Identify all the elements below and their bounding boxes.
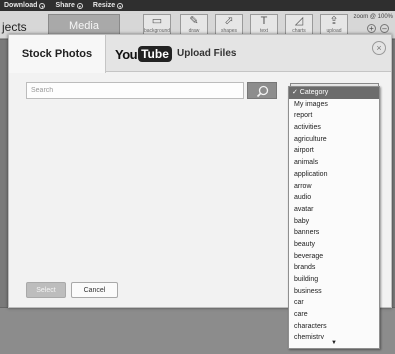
tool-draw[interactable]: ✎ draw — [180, 14, 208, 36]
dropdown-option-category[interactable]: ✓ Category — [289, 87, 379, 99]
draw-icon: ✎ — [189, 15, 199, 27]
dropdown-option[interactable]: beauty — [289, 239, 379, 251]
dropdown-option[interactable]: care — [289, 309, 379, 321]
chevron-down-icon: ▾ — [39, 2, 46, 9]
dropdown-option[interactable]: avatar — [289, 204, 379, 216]
dropdown-option[interactable]: business — [289, 286, 379, 298]
zoom-controls: + – — [367, 24, 389, 33]
tool-background[interactable]: ▭ background — [143, 14, 171, 36]
dropdown-option[interactable]: report — [289, 110, 379, 122]
scroll-down-arrow-icon[interactable]: ▼ — [289, 339, 379, 348]
zoom-level: zoom @ 100% — [353, 14, 393, 20]
dropdown-option[interactable]: airport — [289, 145, 379, 157]
download-menu-label: Download — [4, 2, 38, 9]
tab-stock-photos[interactable]: Stock Photos — [9, 35, 106, 73]
dropdown-option[interactable]: agriculture — [289, 134, 379, 146]
search-input[interactable] — [26, 82, 244, 99]
dropdown-option[interactable]: arrow — [289, 181, 379, 193]
shapes-icon: ⬀ — [224, 15, 234, 27]
dropdown-option[interactable]: characters — [289, 321, 379, 333]
resize-menu-label: Resize — [92, 2, 116, 9]
tab-upload-files[interactable]: Upload Files — [177, 35, 236, 72]
dropdown-option[interactable]: animals — [289, 157, 379, 169]
cancel-button[interactable]: Cancel — [71, 282, 118, 298]
zoom-in-button[interactable]: + — [367, 24, 376, 33]
chevron-down-icon: ▾ — [76, 2, 83, 9]
charts-icon: ◿ — [294, 15, 304, 27]
dropdown-option[interactable]: baby — [289, 216, 379, 228]
top-menu-bar: Download ▾ Share ▾ Resize ▾ — [0, 0, 395, 11]
tool-shapes[interactable]: ⬀ shapes — [215, 14, 243, 36]
tool-upload[interactable]: ⇪ upload — [320, 14, 348, 36]
download-menu[interactable]: Download ▾ — [4, 2, 46, 9]
zoom-out-button[interactable]: – — [380, 24, 389, 33]
tab-youtube[interactable]: You Tube — [115, 45, 172, 63]
dropdown-option[interactable]: beverage — [289, 251, 379, 263]
text-icon: T — [260, 15, 268, 27]
category-dropdown-list: ✓ Category My images report activities a… — [288, 86, 380, 349]
source-tabs: Stock Photos You Tube Upload Files × — [9, 35, 391, 73]
tool-charts[interactable]: ◿ charts — [285, 14, 313, 36]
search-icon — [256, 85, 269, 98]
dropdown-option[interactable]: banners — [289, 227, 379, 239]
share-menu[interactable]: Share ▾ — [55, 2, 83, 9]
dropdown-option[interactable]: activities — [289, 122, 379, 134]
dropdown-option[interactable]: application — [289, 169, 379, 181]
projects-tab[interactable]: jects — [2, 20, 27, 34]
upload-icon: ⇪ — [329, 15, 339, 27]
tool-text[interactable]: T text — [250, 14, 278, 36]
dropdown-option[interactable]: building — [289, 274, 379, 286]
select-button[interactable]: Select — [26, 282, 66, 298]
dropdown-option[interactable]: audio — [289, 192, 379, 204]
share-menu-label: Share — [55, 2, 75, 9]
search-button[interactable] — [247, 82, 277, 99]
close-icon[interactable]: × — [372, 41, 386, 55]
dropdown-option[interactable]: My images — [289, 99, 379, 111]
youtube-logo-you: You — [115, 46, 138, 62]
chevron-down-icon: ▾ — [117, 2, 124, 9]
youtube-logo-tube: Tube — [138, 46, 172, 62]
dropdown-option[interactable]: car — [289, 297, 379, 309]
resize-menu[interactable]: Resize ▾ — [92, 2, 124, 9]
background-icon: ▭ — [151, 15, 163, 27]
dropdown-option[interactable]: brands — [289, 262, 379, 274]
